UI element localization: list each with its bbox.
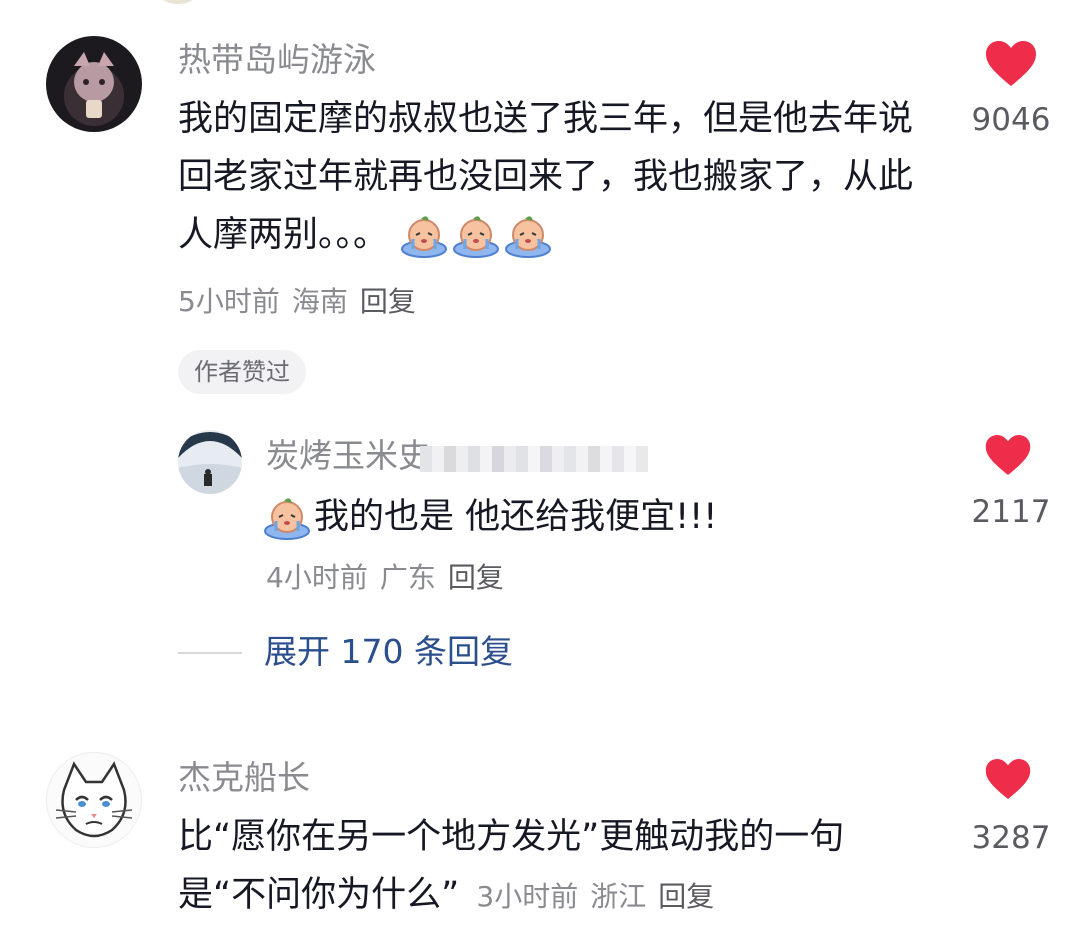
comment-meta: 5小时前 海南 回复 bbox=[178, 284, 428, 320]
comment-location: 海南 bbox=[291, 285, 348, 318]
reply-meta: 4小时前 广东 回复 bbox=[266, 560, 516, 596]
expand-divider bbox=[178, 652, 242, 654]
expand-replies-button[interactable]: 展开 170 条回复 bbox=[264, 632, 513, 672]
reply-button[interactable]: 回复 bbox=[360, 285, 416, 318]
heart-icon bbox=[986, 41, 1036, 86]
comment-location: 浙江 bbox=[590, 880, 647, 913]
like-count: 3287 bbox=[971, 820, 1051, 856]
comment-username[interactable]: 热带岛屿游泳 bbox=[178, 40, 376, 80]
comment-text: 我的固定摩的叔叔也送了我三年，但是他去年说回老家过年就再也没回来了，我也搬家了，… bbox=[178, 99, 914, 258]
reply-like-button[interactable]: 2117 bbox=[941, 432, 1080, 532]
like-button[interactable]: 9046 bbox=[941, 36, 1080, 146]
previous-comment-avatar-fragment bbox=[148, 0, 208, 4]
username-mosaic-redaction bbox=[420, 446, 648, 472]
author-liked-badge: 作者赞过 bbox=[178, 350, 306, 394]
reply-username[interactable]: 炭烤玉米史 bbox=[266, 436, 431, 476]
comment-text: 比“愿你在另一个地方发光”更触动我的一句是“不问你为什么” 3小时前 浙江 回复 bbox=[178, 817, 845, 915]
heart-icon bbox=[985, 435, 1031, 476]
crying-emoji-icon bbox=[264, 498, 310, 540]
heart-icon bbox=[985, 759, 1031, 800]
reply-avatar[interactable] bbox=[178, 430, 242, 494]
avatar[interactable] bbox=[46, 752, 142, 848]
reply-time: 4小时前 bbox=[266, 561, 368, 594]
reply-reply-button[interactable]: 回复 bbox=[448, 561, 504, 594]
reply-text: 我的也是 他还给我便宜!!! bbox=[262, 488, 882, 546]
crying-emoji-icon bbox=[388, 215, 555, 258]
reply-button[interactable]: 回复 bbox=[658, 880, 714, 913]
comment-time: 3小时前 bbox=[476, 880, 579, 913]
comment-username[interactable]: 杰克船长 bbox=[178, 758, 310, 798]
like-button[interactable]: 3287 bbox=[941, 754, 1080, 864]
comment-time: 5小时前 bbox=[178, 285, 280, 318]
like-count: 9046 bbox=[971, 102, 1051, 138]
reply-location: 广东 bbox=[379, 561, 436, 594]
comment-meta: 3小时前 浙江 回复 bbox=[476, 880, 726, 913]
reply-like-count: 2117 bbox=[971, 494, 1051, 530]
avatar[interactable] bbox=[46, 36, 142, 132]
